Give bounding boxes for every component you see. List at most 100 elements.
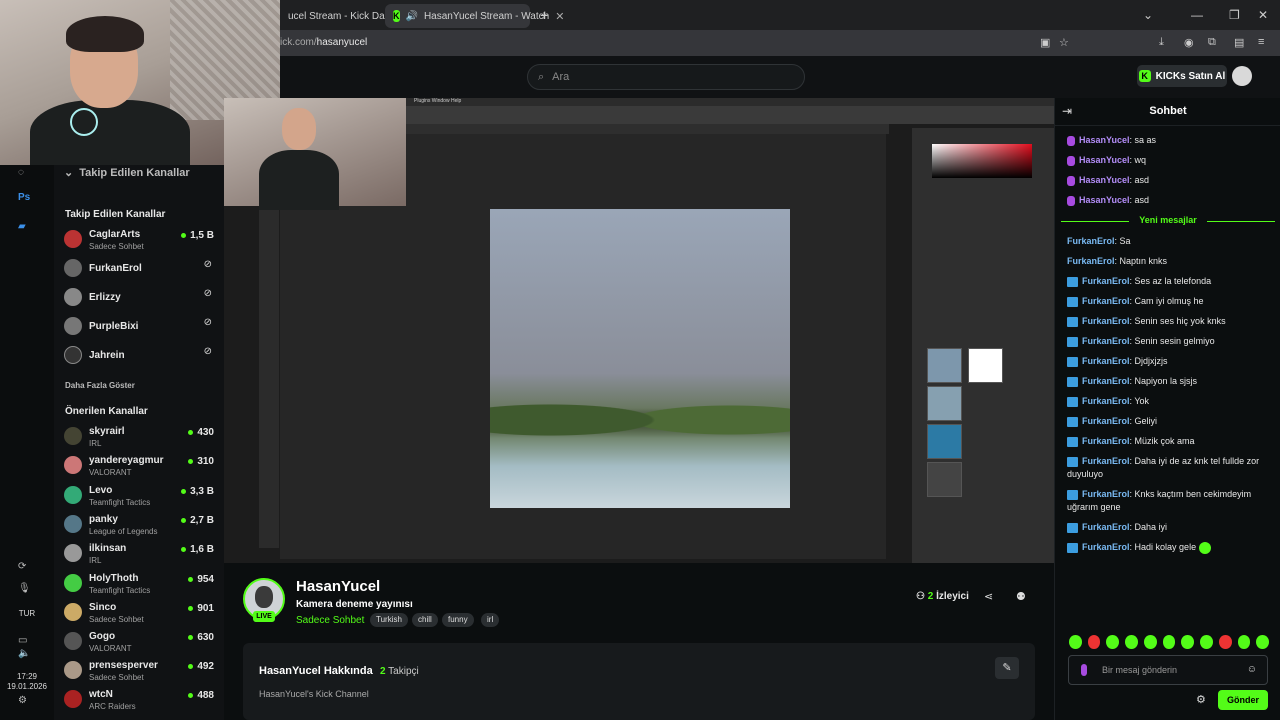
live-badge: LIVE xyxy=(253,611,275,622)
emote-icon[interactable] xyxy=(1069,635,1082,649)
tag-chip[interactable]: chill xyxy=(412,613,438,627)
chat-username[interactable]: FurkanErol xyxy=(1082,522,1130,532)
chevron-down-icon[interactable]: ⌄ xyxy=(64,167,73,179)
sidebar-item-holythoth[interactable]: HolyThoth Teamfight Tactics 954 xyxy=(64,571,214,599)
chat-username[interactable]: FurkanErol xyxy=(1082,416,1130,426)
notification-icon[interactable]: ▭ xyxy=(18,635,27,646)
profile-icon[interactable]: ◉ xyxy=(1184,36,1194,49)
chat-username[interactable]: FurkanErol xyxy=(1082,456,1130,466)
emote-icon[interactable] xyxy=(1125,635,1138,649)
sidebar-item-jahrein[interactable]: Jahrein ⊘ xyxy=(64,343,214,371)
maximize-icon[interactable]: ❐ xyxy=(1229,8,1240,22)
chat-username[interactable]: FurkanErol xyxy=(1067,236,1115,246)
browser-tab-active[interactable]: K 🔊 HasanYucel Stream - Watch ✕ xyxy=(385,4,564,28)
emote-icon[interactable] xyxy=(1162,635,1176,649)
send-button[interactable]: Gönder xyxy=(1218,690,1268,710)
chat-username[interactable]: FurkanErol xyxy=(1067,256,1115,266)
search-input[interactable]: ⌕ Ara xyxy=(527,64,805,90)
chat-username[interactable]: HasanYucel xyxy=(1079,175,1130,185)
taskbar-settings-icon[interactable]: ⚙ xyxy=(18,695,27,706)
taskbar-clock[interactable]: 17:29 19.01.2026 xyxy=(4,672,50,692)
search-placeholder: Ara xyxy=(552,71,570,83)
reader-icon[interactable]: ▣ xyxy=(1040,36,1050,49)
stream-category[interactable]: Sadece Sohbet xyxy=(296,615,364,626)
extensions-icon[interactable]: ⧉ xyxy=(1208,36,1216,49)
tag-chip[interactable]: funny xyxy=(442,613,474,627)
chat-username[interactable]: FurkanErol xyxy=(1082,396,1130,406)
chat-username[interactable]: FurkanErol xyxy=(1082,489,1130,499)
buy-kicks-button[interactable]: K KICKs Satın Al xyxy=(1137,65,1227,87)
about-description: HasanYucel's Kick Channel xyxy=(259,689,369,699)
mic-icon[interactable]: 🎙 xyxy=(18,583,31,594)
emote-icon[interactable] xyxy=(1237,635,1251,649)
emote-icon[interactable] xyxy=(1143,635,1157,649)
sidebar-item-levo[interactable]: Levo Teamfight Tactics 3,3 B xyxy=(64,483,214,511)
chat-username[interactable]: HasanYucel xyxy=(1079,195,1130,205)
url-field[interactable]: ick.com/hasanyucel xyxy=(280,37,367,48)
edit-icon[interactable]: ✎ xyxy=(995,657,1019,679)
speaker-icon[interactable]: 🔊 xyxy=(406,11,418,22)
streamer-name[interactable]: HasanYucel xyxy=(296,578,380,595)
emote-icon[interactable] xyxy=(1200,635,1213,649)
emoji-icon[interactable]: ☺ xyxy=(1247,664,1257,675)
show-more-link[interactable]: Daha Fazla Göster xyxy=(65,381,135,390)
close-icon[interactable]: ✕ xyxy=(555,10,564,23)
tag-chip[interactable]: Turkish xyxy=(370,613,408,627)
sidebar-item-ilkinsan[interactable]: ilkinsan IRL 1,6 B xyxy=(64,541,214,569)
chat-username[interactable]: FurkanErol xyxy=(1082,376,1130,386)
chat-username[interactable]: FurkanErol xyxy=(1082,356,1130,366)
chat-username[interactable]: FurkanErol xyxy=(1082,276,1130,286)
sidebar-item-caglararts[interactable]: CaglarArts Sadece Sohbet 1,5 B xyxy=(64,227,214,255)
sidebar-item-furkanerol[interactable]: FurkanErol ⊘ xyxy=(64,256,214,284)
app-icon[interactable]: ◌ xyxy=(18,167,24,178)
new-tab-button[interactable]: + xyxy=(540,7,548,23)
emote-icon[interactable] xyxy=(1218,635,1232,649)
chat-username[interactable]: FurkanErol xyxy=(1082,336,1130,346)
sidebar-item-purplebixi[interactable]: PurpleBixi ⊘ xyxy=(64,314,214,342)
sidebar-item-wtcn[interactable]: wtcN ARC Raiders 488 xyxy=(64,687,214,715)
browser-tab[interactable]: ucel Stream - Kick Dashb ✕ xyxy=(280,4,416,28)
close-window-icon[interactable]: ✕ xyxy=(1258,8,1268,22)
emote-icon[interactable] xyxy=(1181,635,1195,649)
tab-list-icon[interactable]: ⌄ xyxy=(1143,8,1153,22)
extension-badge-icon[interactable]: ▤ xyxy=(1234,36,1244,49)
follow-user-icon[interactable]: ⚉ xyxy=(1016,590,1026,603)
chat-username[interactable]: HasanYucel xyxy=(1079,155,1130,165)
sidebar-item-skyrairl[interactable]: skyrairl IRL 430 xyxy=(64,424,214,452)
sync-icon[interactable]: ⟳ xyxy=(18,561,26,572)
sub-badge-icon xyxy=(1067,396,1078,407)
emote-icon[interactable] xyxy=(1106,635,1120,649)
follower-label: Takipçi xyxy=(388,666,419,677)
sidebar-item-gogo[interactable]: Gogo VALORANT 630 xyxy=(64,629,214,657)
app-icon[interactable]: ▰ xyxy=(18,221,26,232)
keyboard-language[interactable]: TUR xyxy=(4,609,50,618)
emote-icon[interactable] xyxy=(1087,635,1101,649)
kick-favicon-icon: K xyxy=(393,10,400,22)
emote-icon[interactable] xyxy=(1256,635,1270,649)
menu-icon[interactable]: ≡ xyxy=(1258,36,1264,48)
volume-icon[interactable]: 🔈 xyxy=(18,648,30,659)
share-icon[interactable]: ⋖ xyxy=(984,590,993,603)
minimize-icon[interactable]: — xyxy=(1191,8,1203,22)
sidebar-item-prensesperver[interactable]: prensesperver Sadece Sohbet 492 xyxy=(64,658,214,686)
bookmark-star-icon[interactable]: ☆ xyxy=(1059,36,1069,49)
sidebar-item-sinco[interactable]: Sinco Sadece Sohbet 901 xyxy=(64,600,214,628)
channel-category: IRL xyxy=(89,439,102,448)
chat-username[interactable]: HasanYucel xyxy=(1079,135,1130,145)
sub-badge-icon xyxy=(1067,316,1078,327)
sub-badge-icon xyxy=(1067,416,1078,427)
avatar[interactable] xyxy=(1232,66,1252,86)
chat-username[interactable]: FurkanErol xyxy=(1082,436,1130,446)
gear-icon[interactable]: ⚙ xyxy=(1196,693,1206,706)
sidebar-item-panky[interactable]: panky League of Legends 2,7 B xyxy=(64,512,214,540)
chat-username[interactable]: FurkanErol xyxy=(1082,542,1130,552)
sidebar-item-erlizzy[interactable]: Erlizzy ⊘ xyxy=(64,285,214,313)
chat-username[interactable]: FurkanErol xyxy=(1082,316,1130,326)
chat-username[interactable]: FurkanErol xyxy=(1082,296,1130,306)
chat-input[interactable]: Bir mesaj gönderin ☺ xyxy=(1068,655,1268,685)
sidebar-item-yandereyagmur[interactable]: yandereyagmur VALORANT 310 xyxy=(64,453,214,481)
download-icon[interactable]: ⤓ xyxy=(1159,36,1164,49)
photoshop-icon[interactable]: Ps xyxy=(18,192,30,203)
tag-chip[interactable]: irl xyxy=(481,613,500,627)
new-messages-divider: Yeni mesajlar xyxy=(1061,215,1275,227)
